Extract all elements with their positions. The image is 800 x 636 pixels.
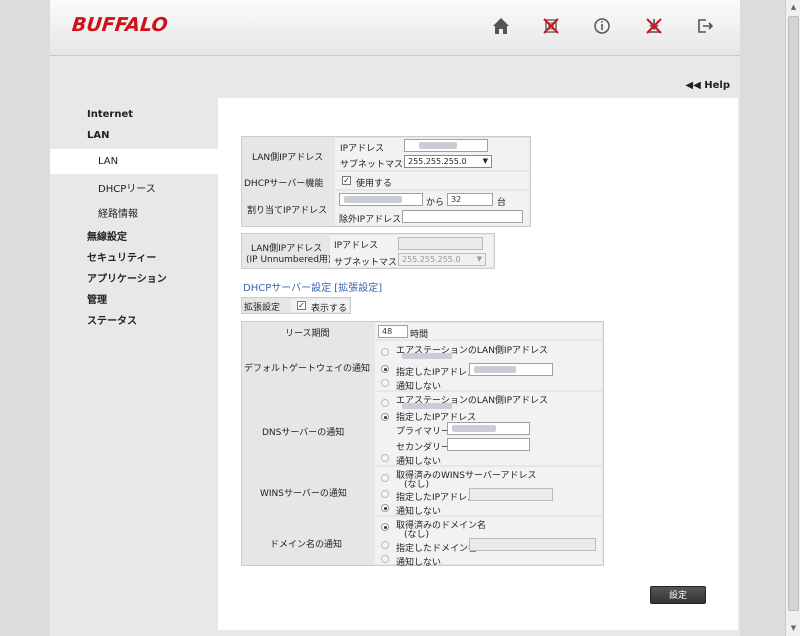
dhcp-server-label: DHCPサーバー機能 — [244, 179, 324, 189]
assign-ip-label: 割り当てIPアドレス — [247, 206, 328, 216]
gateway-label: デフォルトゲートウェイの通知 — [244, 364, 371, 374]
gateway-opt3-radio[interactable] — [381, 379, 389, 387]
unnumbered-mask-label: サブネットマスク — [334, 258, 407, 268]
help-arrows-icon: ◀◀ — [685, 80, 705, 91]
lan-ip-sub-label: IPアドレス — [340, 144, 385, 154]
lan-mask-label: サブネットマスク — [340, 160, 413, 170]
logout-icon[interactable] — [694, 14, 716, 38]
ext-label: 拡張設定 — [244, 303, 281, 313]
dns-secondary-label: セカンダリー — [396, 443, 451, 453]
assign-from-label: から — [426, 198, 445, 208]
lease-input[interactable]: 48 — [378, 325, 408, 338]
nav-dhcp-lease[interactable]: DHCPリース — [50, 177, 218, 202]
wins-opt1-radio[interactable] — [381, 474, 389, 482]
lan-ip-label: LAN側IPアドレス — [252, 153, 324, 163]
exclude-ip-label: 除外IPアドレス: — [339, 215, 405, 225]
wins-ip-input[interactable] — [469, 488, 553, 501]
nav-lan-sub[interactable]: LAN — [50, 149, 218, 174]
dns-opt3-radio[interactable] — [381, 454, 389, 462]
assign-ip-start-input[interactable] — [339, 193, 423, 206]
wins-opt2-radio[interactable] — [381, 490, 389, 498]
header: BUFFALO — [50, 0, 740, 56]
exclude-ip-input[interactable] — [402, 210, 523, 223]
ext-section-title: DHCPサーバー設定 [拡張設定] — [243, 283, 383, 294]
gateway-opt3-label: 通知しない — [396, 382, 442, 392]
unnumbered-ip-input[interactable] — [398, 237, 483, 250]
dns-opt2-radio[interactable] — [381, 413, 389, 421]
dns-secondary-input[interactable] — [447, 438, 530, 451]
domain-opt1-radio[interactable] — [381, 523, 389, 531]
home-icon[interactable] — [490, 14, 512, 38]
unnumbered-ip-label: IPアドレス — [334, 241, 379, 251]
nav-status[interactable]: ステータス — [50, 311, 218, 332]
ext-show-checkbox[interactable]: ✓ — [297, 301, 306, 310]
wins-opt2-label: 指定したIPアドレス — [396, 493, 477, 503]
gateway-opt2-radio[interactable] — [381, 365, 389, 373]
submit-button[interactable]: 設定 — [650, 586, 706, 604]
wins-opt1-sub: (なし) — [404, 480, 430, 490]
chevron-down-icon: ▼ — [482, 157, 488, 165]
dhcp-enable-label: 使用する — [356, 179, 393, 189]
gateway-opt2-label: 指定したIPアドレス — [396, 368, 477, 378]
domain-opt3-radio[interactable] — [381, 555, 389, 563]
dns-primary-input[interactable] — [447, 422, 530, 435]
wireless-disabled-icon[interactable] — [540, 14, 562, 38]
nav-lan[interactable]: LAN — [50, 125, 218, 146]
vertical-scrollbar[interactable]: ▲ ▼ — [785, 0, 800, 636]
info-icon[interactable] — [591, 14, 613, 38]
domain-opt2-label: 指定したドメイン名 — [396, 544, 478, 554]
wins-opt3-radio[interactable] — [381, 504, 389, 512]
dns-opt3-label: 通知しない — [396, 457, 442, 467]
dns-primary-label: プライマリー — [396, 427, 451, 437]
dns-label: DNSサーバーの通知 — [262, 428, 345, 438]
domain-opt3-label: 通知しない — [396, 558, 442, 568]
ext-show-label: 表示する — [311, 304, 348, 314]
wins-label: WINSサーバーの通知 — [260, 489, 347, 499]
dns-opt1-radio[interactable] — [381, 399, 389, 407]
gateway-opt1-radio[interactable] — [381, 348, 389, 356]
nav-application[interactable]: アプリケーション — [50, 269, 218, 290]
update-disabled-icon[interactable] — [643, 14, 665, 38]
unnumbered-mask-select[interactable]: 255.255.255.0 ▼ — [398, 253, 486, 266]
lan-ip-input[interactable] — [404, 139, 488, 152]
domain-opt1-sub: (なし) — [404, 530, 430, 540]
dhcp-enable-checkbox[interactable]: ✓ — [342, 176, 351, 185]
nav-admin[interactable]: 管理 — [50, 290, 218, 311]
lan-unnumbered-label2: (IP Unnumbered用) — [246, 255, 332, 265]
nav-security[interactable]: セキュリティー — [50, 248, 218, 269]
domain-opt2-radio[interactable] — [381, 541, 389, 549]
nav-wireless[interactable]: 無線設定 — [50, 227, 218, 248]
scroll-thumb[interactable] — [788, 16, 799, 611]
domain-label: ドメイン名の通知 — [270, 540, 343, 550]
wins-opt3-label: 通知しない — [396, 507, 442, 517]
buffalo-logo: BUFFALO — [70, 14, 169, 36]
sidebar: Internet LAN LAN DHCPリース 経路情報 無線設定 セキュリテ… — [50, 98, 218, 332]
gateway-ip-input[interactable] — [469, 363, 553, 376]
assign-unit-label: 台 — [497, 198, 507, 208]
domain-name-input[interactable] — [469, 538, 596, 551]
scroll-down-icon[interactable]: ▼ — [786, 621, 800, 636]
help-link[interactable]: ◀◀ Help — [685, 80, 730, 91]
scroll-up-icon[interactable]: ▲ — [786, 0, 800, 15]
lan-mask-select[interactable]: 255.255.255.0 ▼ — [404, 155, 492, 168]
chevron-down-icon: ▼ — [476, 255, 482, 263]
assign-count-input[interactable]: 32 — [447, 193, 493, 206]
nav-routing[interactable]: 経路情報 — [50, 202, 218, 227]
nav-internet[interactable]: Internet — [50, 104, 218, 125]
lease-unit: 時間 — [410, 330, 429, 340]
lease-label: リース期間 — [285, 329, 330, 339]
